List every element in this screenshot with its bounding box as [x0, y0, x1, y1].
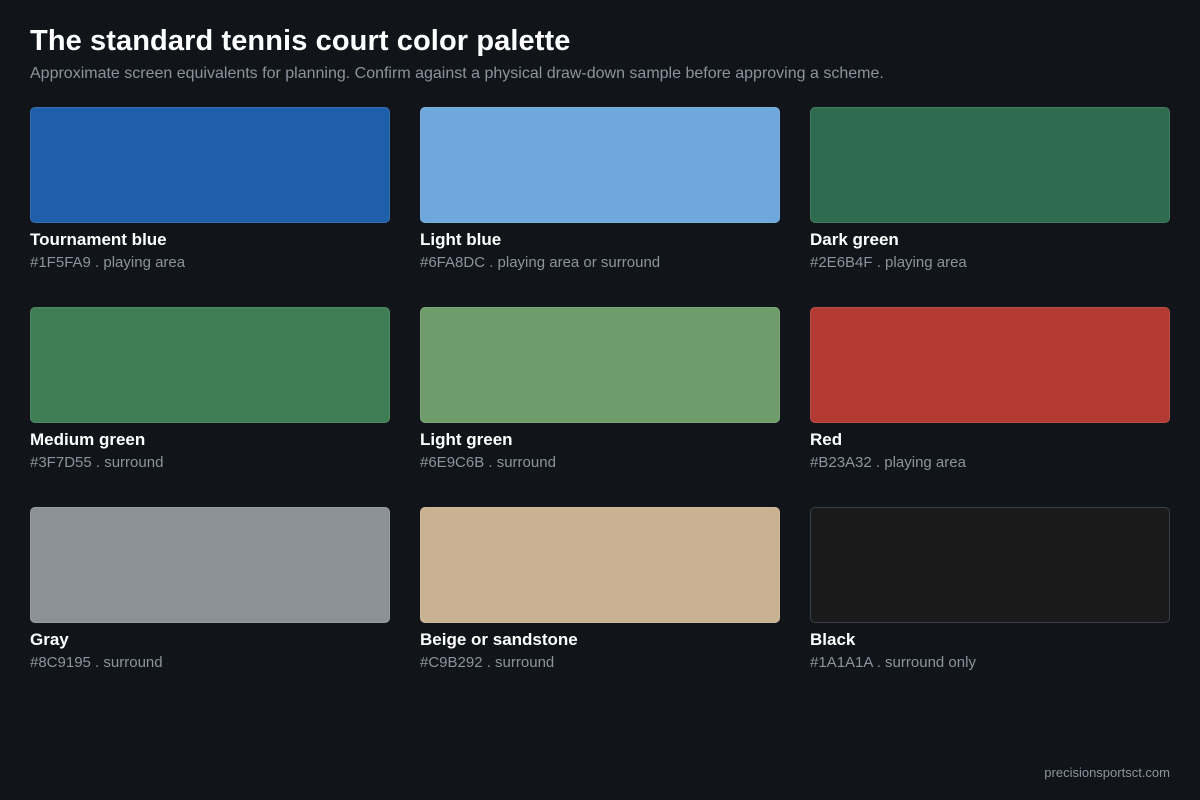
color-name: Black	[810, 630, 856, 649]
color-card-red: Red #B23A32 . playing area	[810, 307, 1170, 471]
color-name: Medium green	[30, 430, 146, 449]
color-swatch-grid: Tournament blue #1F5FA9 . playing area L…	[30, 107, 1170, 671]
color-card-light-green: Light green #6E9C6B . surround	[420, 307, 780, 471]
color-card-dark-green: Dark green #2E6B4F . playing area	[810, 107, 1170, 271]
color-hex-usage: #C9B292 . surround	[420, 654, 555, 671]
color-hex-usage: #3F7D55 . surround	[30, 454, 164, 471]
color-swatch	[30, 307, 390, 423]
color-hex-usage: #B23A32 . playing area	[810, 454, 966, 471]
color-card-medium-green: Medium green #3F7D55 . surround	[30, 307, 390, 471]
color-swatch	[810, 107, 1170, 223]
color-card-black: Black #1A1A1A . surround only	[810, 507, 1170, 671]
color-hex-usage: #1A1A1A . surround only	[810, 654, 976, 671]
color-swatch	[810, 507, 1170, 623]
color-name: Tournament blue	[30, 230, 167, 249]
color-swatch	[30, 107, 390, 223]
color-name: Beige or sandstone	[420, 630, 578, 649]
color-swatch	[810, 307, 1170, 423]
color-card-tournament-blue: Tournament blue #1F5FA9 . playing area	[30, 107, 390, 271]
color-card-beige-sandstone: Beige or sandstone #C9B292 . surround	[420, 507, 780, 671]
color-name: Light green	[420, 430, 513, 449]
color-swatch	[420, 307, 780, 423]
color-swatch	[420, 107, 780, 223]
color-hex-usage: #2E6B4F . playing area	[810, 254, 967, 271]
color-swatch	[30, 507, 390, 623]
page-title: The standard tennis court color palette	[30, 25, 571, 57]
color-name: Gray	[30, 630, 69, 649]
color-swatch	[420, 507, 780, 623]
color-hex-usage: #6FA8DC . playing area or surround	[420, 254, 661, 271]
color-hex-usage: #8C9195 . surround	[30, 654, 163, 671]
color-name: Red	[810, 430, 843, 449]
footer-site-credit: precisionsportsct.com	[1044, 765, 1170, 780]
color-hex-usage: #6E9C6B . surround	[420, 454, 556, 471]
color-name: Dark green	[810, 230, 899, 249]
color-hex-usage: #1F5FA9 . playing area	[30, 254, 186, 271]
page-subtitle: Approximate screen equivalents for plann…	[30, 65, 884, 82]
color-card-light-blue: Light blue #6FA8DC . playing area or sur…	[420, 107, 780, 271]
color-card-gray: Gray #8C9195 . surround	[30, 507, 390, 671]
color-name: Light blue	[420, 230, 502, 249]
